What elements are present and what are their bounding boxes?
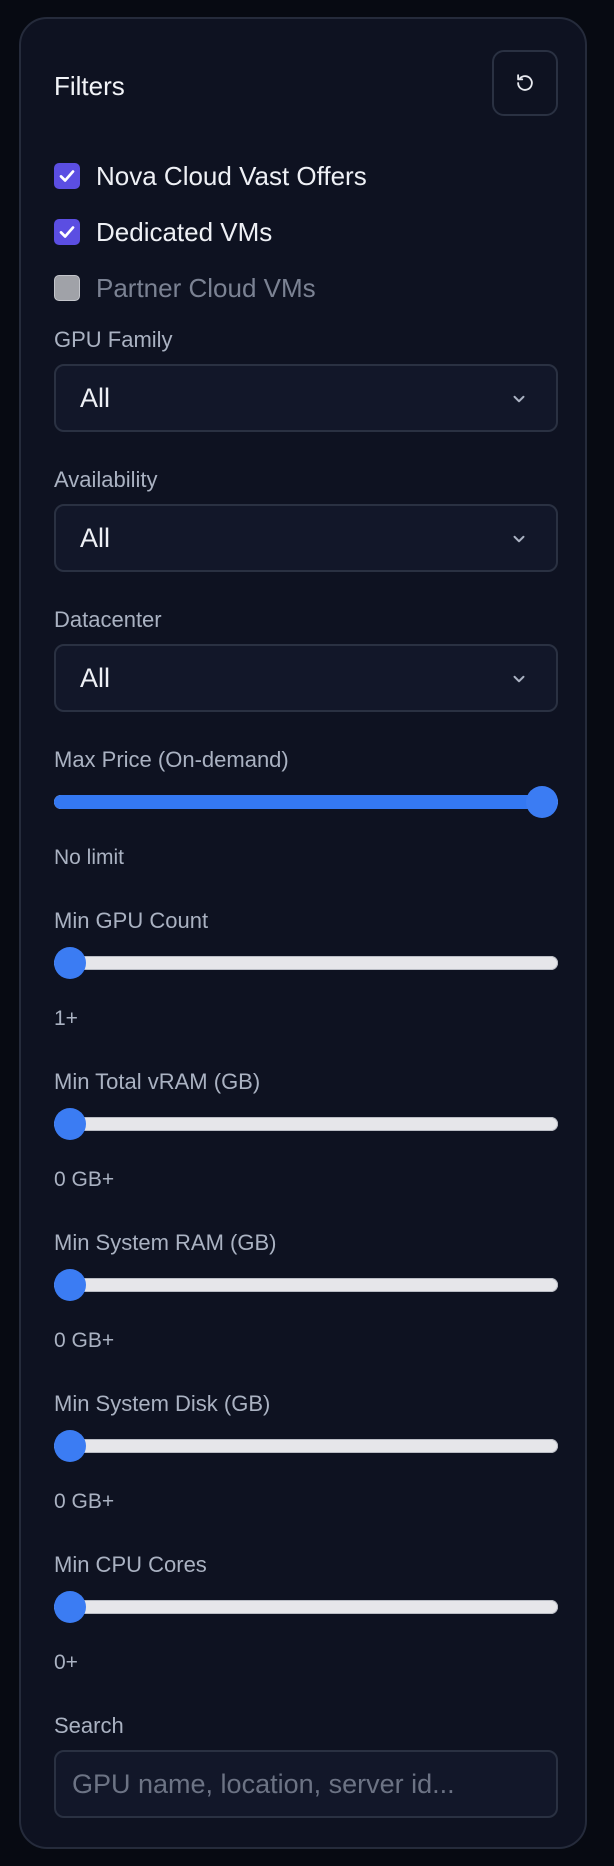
slider-track (54, 1117, 558, 1131)
gpu-family-label: GPU Family (54, 327, 173, 352)
source-option-dedicated-vms[interactable]: Dedicated VMs (54, 215, 272, 249)
filters-panel: Filters Nova Cloud Vast Offers Dedicated… (19, 17, 587, 1849)
source-option-label: Dedicated VMs (96, 216, 273, 247)
source-option-nova-cloud[interactable]: Nova Cloud Vast Offers (54, 159, 367, 193)
min-gpu-count-value: 1+ (54, 1007, 78, 1030)
slider-track (54, 1600, 558, 1614)
checkbox-unchecked[interactable] (54, 275, 80, 301)
reset-icon (517, 74, 533, 91)
slider-track (54, 956, 558, 970)
min-cpu-cores-label: Min CPU Cores (54, 1552, 207, 1577)
max-price-value: No limit (54, 846, 125, 869)
min-cpu-cores-slider[interactable] (54, 1591, 558, 1623)
min-total-vram-label: Min Total vRAM (GB) (54, 1069, 261, 1094)
slider-track (54, 1278, 558, 1292)
min-gpu-count-slider[interactable] (54, 947, 558, 979)
availability-select[interactable]: All (54, 504, 558, 572)
datacenter-value: All (80, 662, 111, 693)
availability-label: Availability (54, 467, 158, 492)
min-cpu-cores-value: 0+ (54, 1651, 78, 1674)
slider-thumb[interactable] (54, 1108, 86, 1140)
max-price-label: Max Price (On-demand) (54, 747, 289, 772)
datacenter-select[interactable]: All (54, 644, 558, 712)
search-label: Search (54, 1713, 124, 1738)
gpu-family-select[interactable]: All (54, 364, 558, 432)
slider-track (54, 1439, 558, 1453)
slider-thumb[interactable] (54, 1269, 86, 1301)
slider-thumb[interactable] (54, 947, 86, 979)
min-system-ram-slider[interactable] (54, 1269, 558, 1301)
slider-track (54, 795, 558, 809)
search-input[interactable] (54, 1750, 558, 1818)
chevron-down-icon (513, 675, 525, 683)
availability-value: All (80, 522, 111, 553)
min-total-vram-value: 0 GB+ (54, 1168, 115, 1191)
min-system-disk-slider[interactable] (54, 1430, 558, 1462)
min-system-disk-label: Min System Disk (GB) (54, 1391, 271, 1416)
check-icon (59, 226, 75, 238)
min-system-ram-label: Min System RAM (GB) (54, 1230, 277, 1255)
slider-thumb[interactable] (54, 1430, 86, 1462)
datacenter-label: Datacenter (54, 607, 162, 632)
slider-thumb[interactable] (54, 1591, 86, 1623)
chevron-down-icon (513, 535, 525, 543)
panel-title: Filters (54, 71, 125, 101)
gpu-family-value: All (80, 382, 111, 413)
checkbox-checked[interactable] (54, 163, 80, 189)
chevron-down-icon (513, 395, 525, 403)
source-option-partner-cloud-vms[interactable]: Partner Cloud VMs (54, 271, 316, 305)
slider-fill (54, 795, 542, 809)
min-system-ram-value: 0 GB+ (54, 1329, 115, 1352)
check-icon (59, 170, 75, 182)
min-total-vram-slider[interactable] (54, 1108, 558, 1140)
slider-thumb[interactable] (526, 786, 558, 818)
min-gpu-count-label: Min GPU Count (54, 908, 209, 933)
source-option-label: Partner Cloud VMs (96, 272, 316, 303)
reset-filters-button[interactable] (492, 50, 558, 116)
checkbox-checked[interactable] (54, 219, 80, 245)
source-option-label: Nova Cloud Vast Offers (96, 160, 367, 191)
min-system-disk-value: 0 GB+ (54, 1490, 115, 1513)
max-price-slider[interactable] (54, 786, 558, 818)
